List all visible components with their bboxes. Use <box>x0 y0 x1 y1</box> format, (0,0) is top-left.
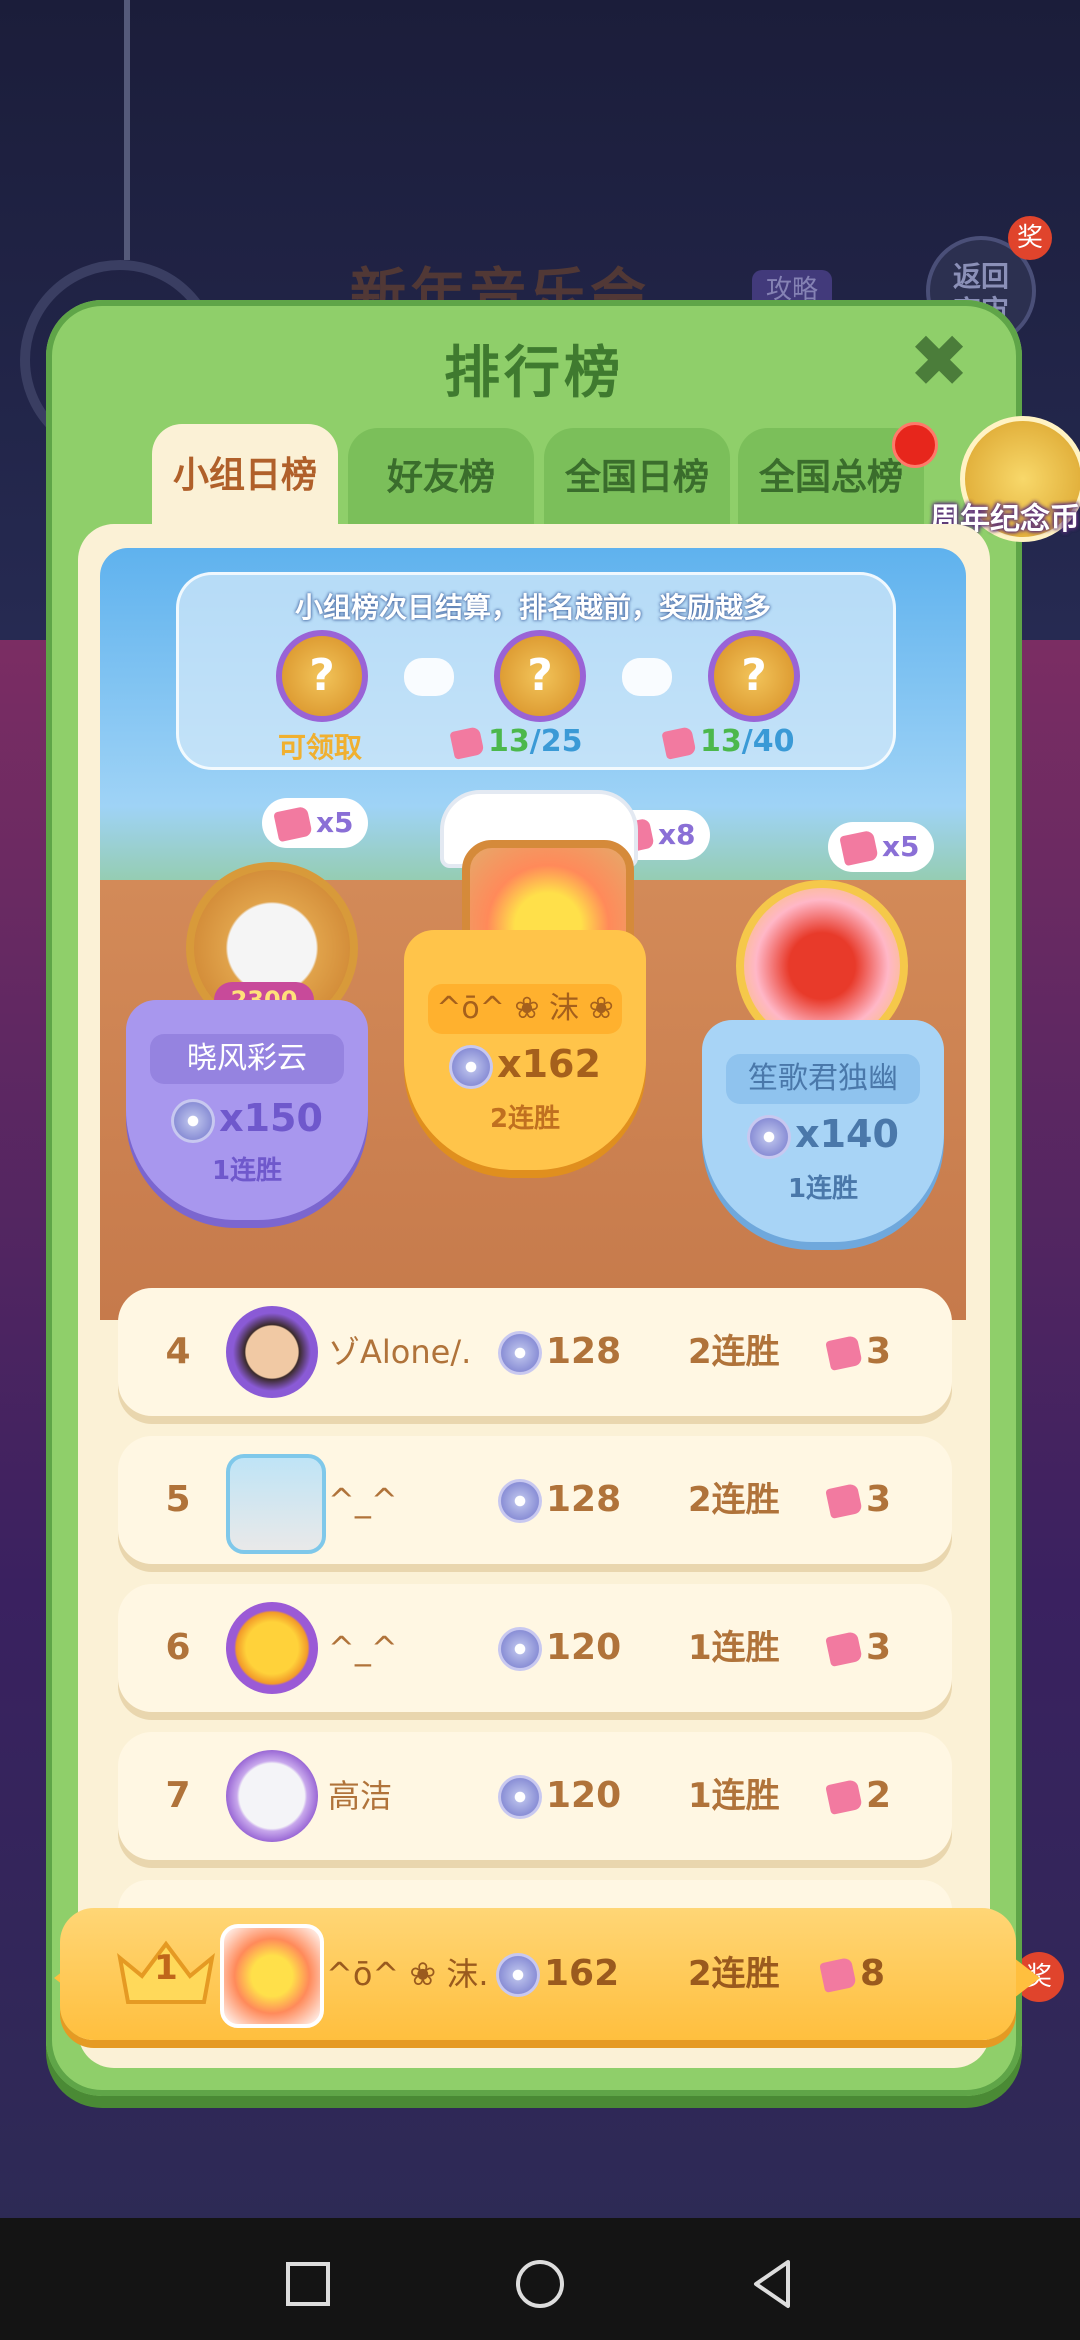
back-reward-badge: 奖 <box>1008 216 1052 260</box>
disc-icon <box>449 1044 494 1089</box>
tab-national-daily[interactable]: 全国日榜 <box>544 428 730 528</box>
home-icon[interactable] <box>510 2254 570 2314</box>
reward-chest-icon[interactable]: ? <box>494 630 586 722</box>
reward-chest-icon[interactable]: ? <box>708 630 800 722</box>
row-tickets: 3 <box>825 1436 891 1564</box>
tab-friends[interactable]: 好友榜 <box>348 428 534 528</box>
row-name: ^_^ <box>328 1481 398 1519</box>
podium-3-streak: 1连胜 <box>787 1174 859 1204</box>
disc-icon <box>171 1098 216 1143</box>
row-rank: 7 <box>165 1775 191 1816</box>
disc-icon <box>498 1627 542 1671</box>
ticket-icon <box>839 829 879 867</box>
row-streak: 1连胜 <box>688 1776 780 1816</box>
avatar[interactable] <box>220 1924 324 2028</box>
arrow-right-icon <box>622 658 672 696</box>
podium-3-card[interactable]: 笙歌君独幽 x140 1连胜 <box>702 1020 944 1242</box>
row-score: 128 <box>498 1288 621 1416</box>
avatar[interactable] <box>226 1602 318 1694</box>
podium-2-streak: 1连胜 <box>211 1156 283 1186</box>
ticket-icon <box>825 1335 863 1371</box>
table-row[interactable]: 5 ^_^ 128 2连胜 3 <box>118 1436 952 1564</box>
row-streak: 2连胜 <box>688 1332 780 1372</box>
row-name: ^_^ <box>328 1629 398 1667</box>
podium-3-name: 笙歌君独幽 <box>726 1054 920 1104</box>
disc-icon <box>498 1775 542 1819</box>
reward-claim-label[interactable]: 可领取 <box>278 726 362 766</box>
podium-2-card[interactable]: 晓风彩云 x150 1连胜 <box>126 1000 368 1220</box>
tab-group-daily[interactable]: 小组日榜 <box>152 424 338 534</box>
my-rank-row[interactable]: 1 ^ō^ ❀ 沫... 162 2连胜 8 <box>60 1908 1016 2040</box>
row-tickets: 3 <box>825 1584 891 1712</box>
ticket-icon <box>661 725 697 760</box>
row-rank: 6 <box>165 1627 191 1668</box>
table-row[interactable]: 4 ゾAlone/. 128 2连胜 3 <box>118 1288 952 1416</box>
disc-icon <box>747 1114 792 1159</box>
podium-1-name: ^ō^ ❀ 沫 ❀ <box>428 984 622 1034</box>
podium-1-card[interactable]: ^ō^ ❀ 沫 ❀ x162 2连胜 <box>404 930 646 1170</box>
podium-3-score: x140 <box>702 1112 944 1159</box>
row-score: 120 <box>498 1732 621 1860</box>
ticket-icon <box>273 805 313 843</box>
ticket-icon <box>449 725 485 760</box>
ticket-icon <box>819 1957 857 1993</box>
row-streak: 1连胜 <box>688 1628 780 1668</box>
avatar[interactable] <box>226 1750 318 1842</box>
podium-1-streak: 2连胜 <box>489 1104 561 1134</box>
podium-3-tickets: x5 <box>828 822 934 872</box>
ticket-icon <box>825 1631 863 1667</box>
reward-chest-icon[interactable]: ? <box>276 630 368 722</box>
disc-icon <box>498 1479 542 1523</box>
row-score: 128 <box>498 1436 621 1564</box>
disc-icon <box>496 1953 540 1997</box>
my-row-tip-right <box>1014 1958 1040 1998</box>
row-score: 120 <box>498 1584 621 1712</box>
arrow-right-icon <box>404 658 454 696</box>
my-streak: 2连胜 <box>688 1954 780 1994</box>
row-name: 高洁 <box>328 1777 393 1815</box>
reward-info-text: 小组榜次日结算，排名越前，奖励越多 <box>294 591 771 624</box>
notification-dot <box>892 422 938 468</box>
avatar[interactable] <box>226 1306 318 1398</box>
podium-2-tickets: x5 <box>262 798 368 848</box>
my-score: 162 <box>496 1908 619 2040</box>
row-name: ゾAlone/. <box>328 1333 472 1371</box>
my-rank: 1 <box>154 1948 178 1988</box>
reward-progress: 13/25 <box>449 724 582 760</box>
panel-title: 排行榜 <box>444 341 624 406</box>
table-row[interactable]: 7 高洁 120 1连胜 2 <box>118 1732 952 1860</box>
row-rank: 5 <box>165 1479 191 1520</box>
row-tickets: 2 <box>825 1732 891 1860</box>
row-tickets: 3 <box>825 1288 891 1416</box>
podium-1-score: x162 <box>404 1042 646 1089</box>
disc-icon <box>498 1331 542 1375</box>
ticket-icon <box>825 1779 863 1815</box>
recent-apps-icon[interactable] <box>278 2254 338 2314</box>
table-row[interactable]: 6 ^_^ 120 1连胜 3 <box>118 1584 952 1712</box>
back-icon[interactable] <box>742 2254 802 2314</box>
lamp-cord <box>124 0 130 260</box>
close-icon[interactable]: ✖ <box>904 325 974 397</box>
podium-2-name: 晓风彩云 <box>150 1034 344 1084</box>
row-rank: 4 <box>165 1331 191 1372</box>
avatar[interactable] <box>226 1454 326 1554</box>
row-streak: 2连胜 <box>688 1480 780 1520</box>
podium-2-score: x150 <box>126 1096 368 1143</box>
my-name: ^ō^ ❀ 沫... <box>326 1955 486 1993</box>
my-tickets: 8 <box>819 1908 885 2040</box>
ticket-icon <box>825 1483 863 1519</box>
reward-progress: 13/40 <box>661 724 794 760</box>
